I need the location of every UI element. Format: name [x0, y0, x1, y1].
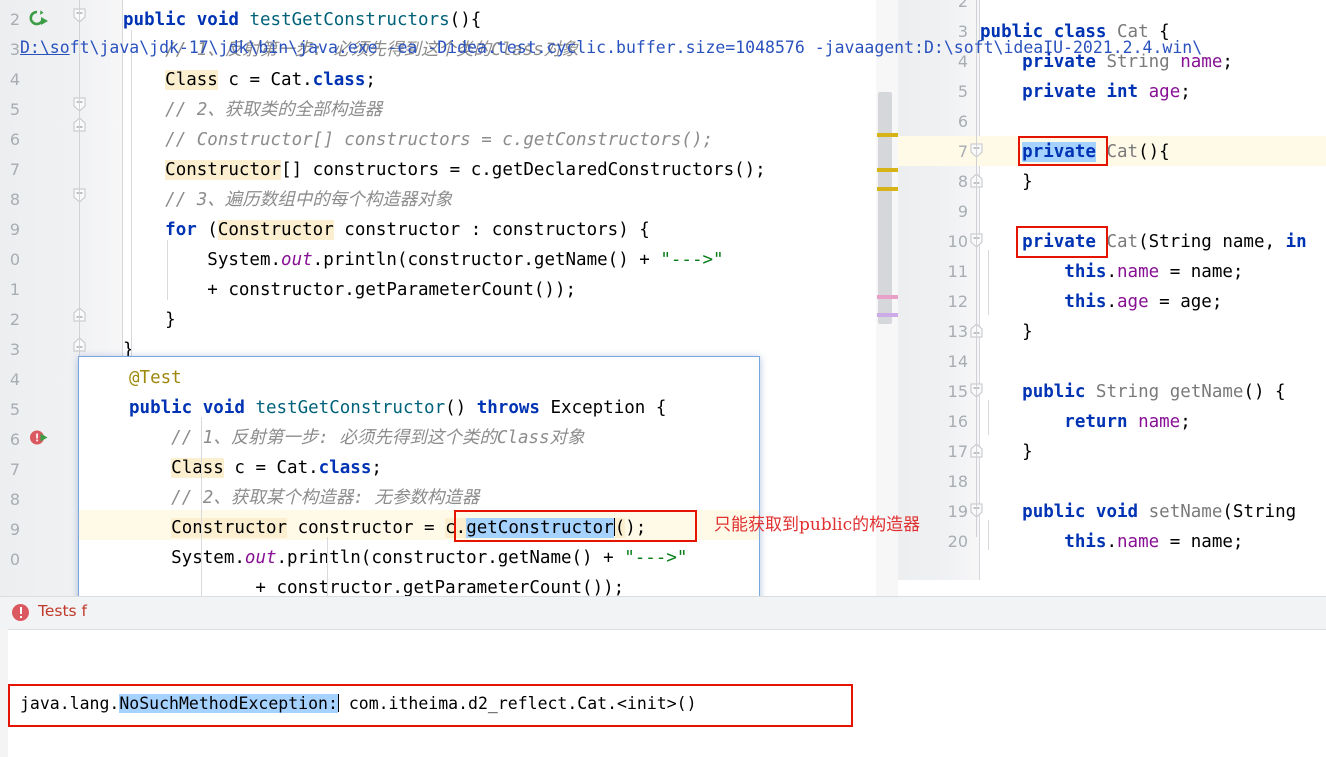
line-number: 1	[9, 280, 20, 299]
line-number: 8	[957, 172, 968, 191]
line-number: 0	[9, 550, 20, 569]
right-code-text[interactable]: public class Cat { private String name; …	[980, 0, 1326, 580]
run-error-icon[interactable]	[27, 428, 49, 448]
console-panel[interactable]: Tests f	[0, 596, 1326, 757]
line-number: 9	[9, 520, 20, 539]
line-number: 11	[947, 262, 968, 281]
exception-prefix: java.lang.	[20, 694, 120, 713]
line-number: 18	[947, 472, 968, 491]
scroll-marker[interactable]	[877, 313, 898, 317]
line-number: 2	[957, 0, 968, 11]
left-scroll-thumb[interactable]	[878, 92, 892, 324]
line-number: 6	[9, 430, 20, 449]
private-keyword-highlight-box-2	[1016, 226, 1108, 258]
line-number: 12	[947, 292, 968, 311]
indent-guide	[167, 240, 168, 300]
line-number: 20	[947, 532, 968, 551]
ide-screenshot: 2345678901234567890 public void testGetC…	[0, 0, 1326, 757]
line-number: 7	[9, 460, 20, 479]
exception-message[interactable]: java.lang.NoSuchMethodException: com.ith…	[20, 694, 697, 713]
line-number: 15	[947, 382, 968, 401]
get-constructor-highlight-box	[454, 510, 697, 542]
scroll-marker[interactable]	[877, 133, 898, 137]
line-number: 3	[9, 40, 20, 59]
right-fold-rail	[976, 0, 977, 537]
line-number: 10	[947, 232, 968, 251]
indent-guide	[131, 30, 132, 360]
line-number: 9	[957, 202, 968, 221]
error-badge-icon	[12, 604, 29, 621]
exception-suffix: com.itheima.d2_reflect.Cat.<init>()	[338, 694, 697, 713]
indent-guide	[988, 400, 989, 435]
line-number: 6	[9, 130, 20, 149]
line-number: 5	[9, 400, 20, 419]
line-number: 7	[957, 142, 968, 161]
line-number: 5	[957, 82, 968, 101]
line-number: 4	[9, 370, 20, 389]
command-rest: ft\java\jdk-17\jdk\bin\java.exe -ea -Did…	[69, 38, 1203, 57]
line-number: 17	[947, 442, 968, 461]
indent-guide	[988, 250, 989, 315]
line-number: 14	[947, 352, 968, 371]
private-keyword-highlight-box	[1018, 136, 1108, 166]
console-command-line[interactable]: D:\soft\java\jdk-17\jdk\bin\java.exe -ea…	[20, 38, 1202, 57]
line-number: 7	[9, 160, 20, 179]
line-number: 8	[9, 190, 20, 209]
line-number: 5	[9, 100, 20, 119]
line-number: 8	[9, 490, 20, 509]
line-number: 2	[9, 310, 20, 329]
line-number: 4	[9, 70, 20, 89]
run-success-icon[interactable]	[27, 9, 49, 29]
line-number: 6	[957, 112, 968, 131]
console-gutter	[0, 628, 8, 757]
line-number: 16	[947, 412, 968, 431]
line-number: 0	[9, 250, 20, 269]
command-path-link[interactable]: D:\so	[20, 38, 70, 57]
scroll-marker[interactable]	[877, 187, 898, 191]
line-number: 9	[9, 220, 20, 239]
scroll-marker[interactable]	[877, 168, 898, 172]
line-number: 19	[947, 502, 968, 521]
tests-status-bar: Tests f	[0, 596, 1326, 630]
right-editor-pane[interactable]: 2 3 4 5 6 7 8 9 10 11 12 13 14 15 16 17 18 19 20 public cl…	[898, 0, 1326, 580]
annotation-text: 只能获取到public的构造器	[714, 515, 921, 535]
line-number: 13	[947, 322, 968, 341]
indent-guide	[988, 520, 989, 550]
line-number: 3	[9, 340, 20, 359]
line-number: 2	[9, 10, 20, 29]
tests-status-label: Tests f	[38, 602, 87, 620]
scroll-marker[interactable]	[877, 295, 898, 299]
exception-class-selected[interactable]: NoSuchMethodException:	[119, 694, 338, 713]
